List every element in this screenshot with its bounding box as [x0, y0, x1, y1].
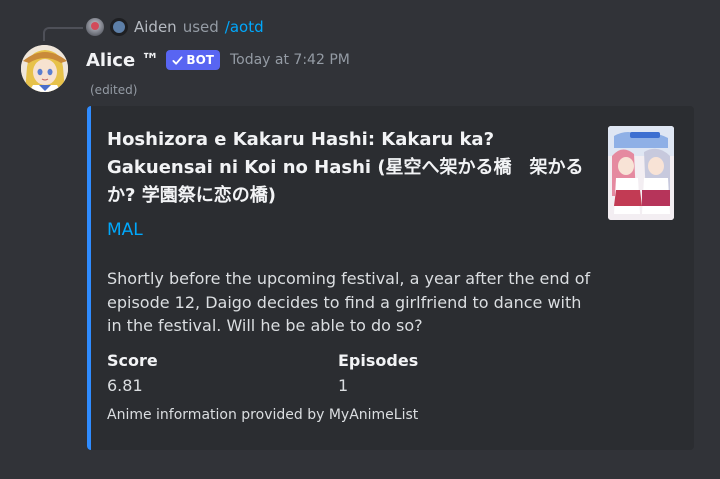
anime-cover-thumbnail[interactable] [608, 126, 674, 220]
embed-description: Shortly before the upcoming festival, a … [107, 269, 591, 335]
reply-spine [43, 27, 83, 41]
edited-marker: (edited) [90, 83, 138, 97]
field-value: 6.81 [107, 376, 143, 395]
field-value: 1 [338, 376, 349, 395]
author-avatar[interactable] [21, 45, 68, 92]
field-name: Episodes [338, 351, 419, 370]
avatar-illustration-icon [21, 45, 68, 92]
field-name: Score [107, 351, 158, 370]
message-timestamp[interactable]: Today at 7:42 PM [230, 52, 350, 68]
embed-title: Hoshizora e Kakaru Hashi: Kakaru ka? Gak… [107, 129, 584, 206]
slash-command-icon [110, 18, 128, 36]
mal-link[interactable]: MAL [107, 220, 143, 240]
reply-command[interactable]: /aotd [225, 18, 264, 36]
interaction-reply[interactable]: Aiden used /aotd [86, 16, 264, 38]
reply-username[interactable]: Aiden [134, 18, 177, 36]
cover-art-icon [608, 126, 674, 220]
reply-used-text: used [182, 18, 219, 36]
embed-field-score: Score 6.81 [107, 350, 158, 397]
user-mini-avatar-icon[interactable] [86, 18, 104, 36]
anime-embed: Hoshizora e Kakaru Hashi: Kakaru ka? Gak… [87, 106, 694, 450]
message-header: Alice ™ BOT Today at 7:42 PM [86, 46, 350, 74]
author-username[interactable]: Alice ™ [86, 50, 159, 71]
bot-tag-label: BOT [186, 53, 214, 67]
embed-footer: Anime information provided by MyAnimeLis… [107, 407, 419, 423]
bot-tag: BOT [166, 50, 220, 70]
embed-field-episodes: Episodes 1 [338, 350, 418, 397]
checkmark-icon [172, 55, 183, 65]
